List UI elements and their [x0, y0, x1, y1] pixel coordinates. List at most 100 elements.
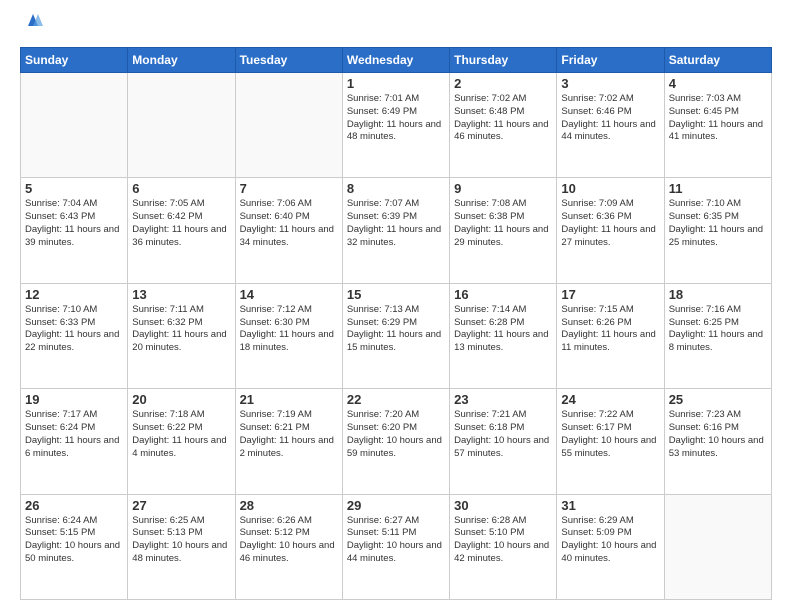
calendar-cell: 20 Sunrise: 7:18 AM Sunset: 6:22 PM Dayli…	[128, 389, 235, 494]
day-number: 6	[132, 181, 230, 196]
day-number: 3	[561, 76, 659, 91]
day-number: 22	[347, 392, 445, 407]
week-row-5: 26Sunrise: 6:24 AM Sunset: 5:15 PM Dayli…	[21, 494, 772, 599]
day-number: 10	[561, 181, 659, 196]
week-row-4: 19Sunrise: 7:17 AM Sunset: 6:24 PM Dayli…	[21, 389, 772, 494]
day-number: 4	[669, 76, 767, 91]
day-number: 5	[25, 181, 123, 196]
day-info: Sunrise: 7:11 AM Sunset: 6:32 PM Dayligh…	[132, 304, 230, 355]
day-number: 31	[561, 498, 659, 513]
weekday-header-monday: Monday	[128, 48, 235, 73]
day-info: Sunrise: 7:10 AM Sunset: 6:33 PM Dayligh…	[25, 304, 123, 355]
calendar-cell: 3 Sunrise: 7:02 AM Sunset: 6:46 PM Daylig…	[557, 73, 664, 178]
calendar-cell: 17 Sunrise: 7:15 AM Sunset: 6:26 PM Dayli…	[557, 283, 664, 388]
week-row-3: 12 Sunrise: 7:10 AM Sunset: 6:33 PM Dayli…	[21, 283, 772, 388]
day-number: 28	[240, 498, 338, 513]
day-info: Sunrise: 7:18 AM Sunset: 6:22 PM Dayligh…	[132, 409, 230, 460]
calendar-cell: 26Sunrise: 6:24 AM Sunset: 5:15 PM Dayli…	[21, 494, 128, 599]
weekday-header-saturday: Saturday	[664, 48, 771, 73]
day-info: Sunrise: 6:27 AM Sunset: 5:11 PM Dayligh…	[347, 515, 445, 566]
day-info: Sunrise: 7:09 AM Sunset: 6:36 PM Dayligh…	[561, 198, 659, 249]
day-info: Sunrise: 6:28 AM Sunset: 5:10 PM Dayligh…	[454, 515, 552, 566]
day-number: 11	[669, 181, 767, 196]
calendar-cell: 28Sunrise: 6:26 AM Sunset: 5:12 PM Dayli…	[235, 494, 342, 599]
day-number: 17	[561, 287, 659, 302]
calendar-cell: 25Sunrise: 7:23 AM Sunset: 6:16 PM Dayli…	[664, 389, 771, 494]
calendar-cell: 21Sunrise: 7:19 AM Sunset: 6:21 PM Dayli…	[235, 389, 342, 494]
page: SundayMondayTuesdayWednesdayThursdayFrid…	[0, 0, 792, 612]
header	[20, 18, 772, 37]
calendar-cell	[235, 73, 342, 178]
day-number: 15	[347, 287, 445, 302]
day-info: Sunrise: 7:16 AM Sunset: 6:25 PM Dayligh…	[669, 304, 767, 355]
day-number: 16	[454, 287, 552, 302]
calendar-cell	[128, 73, 235, 178]
calendar-cell	[664, 494, 771, 599]
day-number: 13	[132, 287, 230, 302]
day-number: 8	[347, 181, 445, 196]
calendar-cell: 8 Sunrise: 7:07 AM Sunset: 6:39 PM Daylig…	[342, 178, 449, 283]
calendar-cell: 9Sunrise: 7:08 AM Sunset: 6:38 PM Daylig…	[450, 178, 557, 283]
day-number: 9	[454, 181, 552, 196]
day-info: Sunrise: 7:12 AM Sunset: 6:30 PM Dayligh…	[240, 304, 338, 355]
calendar-cell: 23Sunrise: 7:21 AM Sunset: 6:18 PM Dayli…	[450, 389, 557, 494]
calendar-cell: 2Sunrise: 7:02 AM Sunset: 6:48 PM Daylig…	[450, 73, 557, 178]
week-row-1: 1 Sunrise: 7:01 AM Sunset: 6:49 PM Daylig…	[21, 73, 772, 178]
calendar-cell: 22 Sunrise: 7:20 AM Sunset: 6:20 PM Dayli…	[342, 389, 449, 494]
calendar-cell: 10 Sunrise: 7:09 AM Sunset: 6:36 PM Dayli…	[557, 178, 664, 283]
day-info: Sunrise: 6:25 AM Sunset: 5:13 PM Dayligh…	[132, 515, 230, 566]
day-info: Sunrise: 7:21 AM Sunset: 6:18 PM Dayligh…	[454, 409, 552, 460]
calendar-cell: 30 Sunrise: 6:28 AM Sunset: 5:10 PM Dayli…	[450, 494, 557, 599]
logo	[20, 18, 44, 37]
day-number: 25	[669, 392, 767, 407]
day-number: 24	[561, 392, 659, 407]
calendar-cell: 24 Sunrise: 7:22 AM Sunset: 6:17 PM Dayli…	[557, 389, 664, 494]
day-info: Sunrise: 7:04 AM Sunset: 6:43 PM Dayligh…	[25, 198, 123, 249]
day-info: Sunrise: 7:10 AM Sunset: 6:35 PM Dayligh…	[669, 198, 767, 249]
day-info: Sunrise: 7:06 AM Sunset: 6:40 PM Dayligh…	[240, 198, 338, 249]
day-info: Sunrise: 7:15 AM Sunset: 6:26 PM Dayligh…	[561, 304, 659, 355]
day-number: 1	[347, 76, 445, 91]
weekday-header-tuesday: Tuesday	[235, 48, 342, 73]
day-number: 2	[454, 76, 552, 91]
day-info: Sunrise: 7:14 AM Sunset: 6:28 PM Dayligh…	[454, 304, 552, 355]
weekday-header-thursday: Thursday	[450, 48, 557, 73]
day-info: Sunrise: 6:24 AM Sunset: 5:15 PM Dayligh…	[25, 515, 123, 566]
weekday-header-sunday: Sunday	[21, 48, 128, 73]
calendar-cell: 13 Sunrise: 7:11 AM Sunset: 6:32 PM Dayli…	[128, 283, 235, 388]
calendar-cell: 29 Sunrise: 6:27 AM Sunset: 5:11 PM Dayli…	[342, 494, 449, 599]
calendar-cell: 15Sunrise: 7:13 AM Sunset: 6:29 PM Dayli…	[342, 283, 449, 388]
calendar-cell: 27 Sunrise: 6:25 AM Sunset: 5:13 PM Dayli…	[128, 494, 235, 599]
calendar-cell: 19Sunrise: 7:17 AM Sunset: 6:24 PM Dayli…	[21, 389, 128, 494]
day-number: 27	[132, 498, 230, 513]
calendar-cell: 11 Sunrise: 7:10 AM Sunset: 6:35 PM Dayli…	[664, 178, 771, 283]
calendar-cell: 6Sunrise: 7:05 AM Sunset: 6:42 PM Daylig…	[128, 178, 235, 283]
day-info: Sunrise: 7:19 AM Sunset: 6:21 PM Dayligh…	[240, 409, 338, 460]
calendar-cell: 16 Sunrise: 7:14 AM Sunset: 6:28 PM Dayli…	[450, 283, 557, 388]
day-info: Sunrise: 7:02 AM Sunset: 6:46 PM Dayligh…	[561, 93, 659, 144]
day-info: Sunrise: 7:01 AM Sunset: 6:49 PM Dayligh…	[347, 93, 445, 144]
logo-icon	[22, 10, 44, 37]
day-number: 7	[240, 181, 338, 196]
calendar-cell: 1 Sunrise: 7:01 AM Sunset: 6:49 PM Daylig…	[342, 73, 449, 178]
day-info: Sunrise: 6:29 AM Sunset: 5:09 PM Dayligh…	[561, 515, 659, 566]
day-info: Sunrise: 7:20 AM Sunset: 6:20 PM Dayligh…	[347, 409, 445, 460]
calendar-cell: 31 Sunrise: 6:29 AM Sunset: 5:09 PM Dayli…	[557, 494, 664, 599]
calendar-cell: 14 Sunrise: 7:12 AM Sunset: 6:30 PM Dayli…	[235, 283, 342, 388]
day-info: Sunrise: 7:07 AM Sunset: 6:39 PM Dayligh…	[347, 198, 445, 249]
day-info: Sunrise: 7:22 AM Sunset: 6:17 PM Dayligh…	[561, 409, 659, 460]
day-number: 14	[240, 287, 338, 302]
day-number: 12	[25, 287, 123, 302]
day-number: 18	[669, 287, 767, 302]
day-number: 20	[132, 392, 230, 407]
weekday-header-row: SundayMondayTuesdayWednesdayThursdayFrid…	[21, 48, 772, 73]
day-info: Sunrise: 7:17 AM Sunset: 6:24 PM Dayligh…	[25, 409, 123, 460]
day-number: 29	[347, 498, 445, 513]
calendar-cell: 4 Sunrise: 7:03 AM Sunset: 6:45 PM Daylig…	[664, 73, 771, 178]
weekday-header-wednesday: Wednesday	[342, 48, 449, 73]
day-number: 30	[454, 498, 552, 513]
weekday-header-friday: Friday	[557, 48, 664, 73]
calendar-cell: 5 Sunrise: 7:04 AM Sunset: 6:43 PM Daylig…	[21, 178, 128, 283]
day-info: Sunrise: 7:03 AM Sunset: 6:45 PM Dayligh…	[669, 93, 767, 144]
calendar-cell: 7 Sunrise: 7:06 AM Sunset: 6:40 PM Daylig…	[235, 178, 342, 283]
